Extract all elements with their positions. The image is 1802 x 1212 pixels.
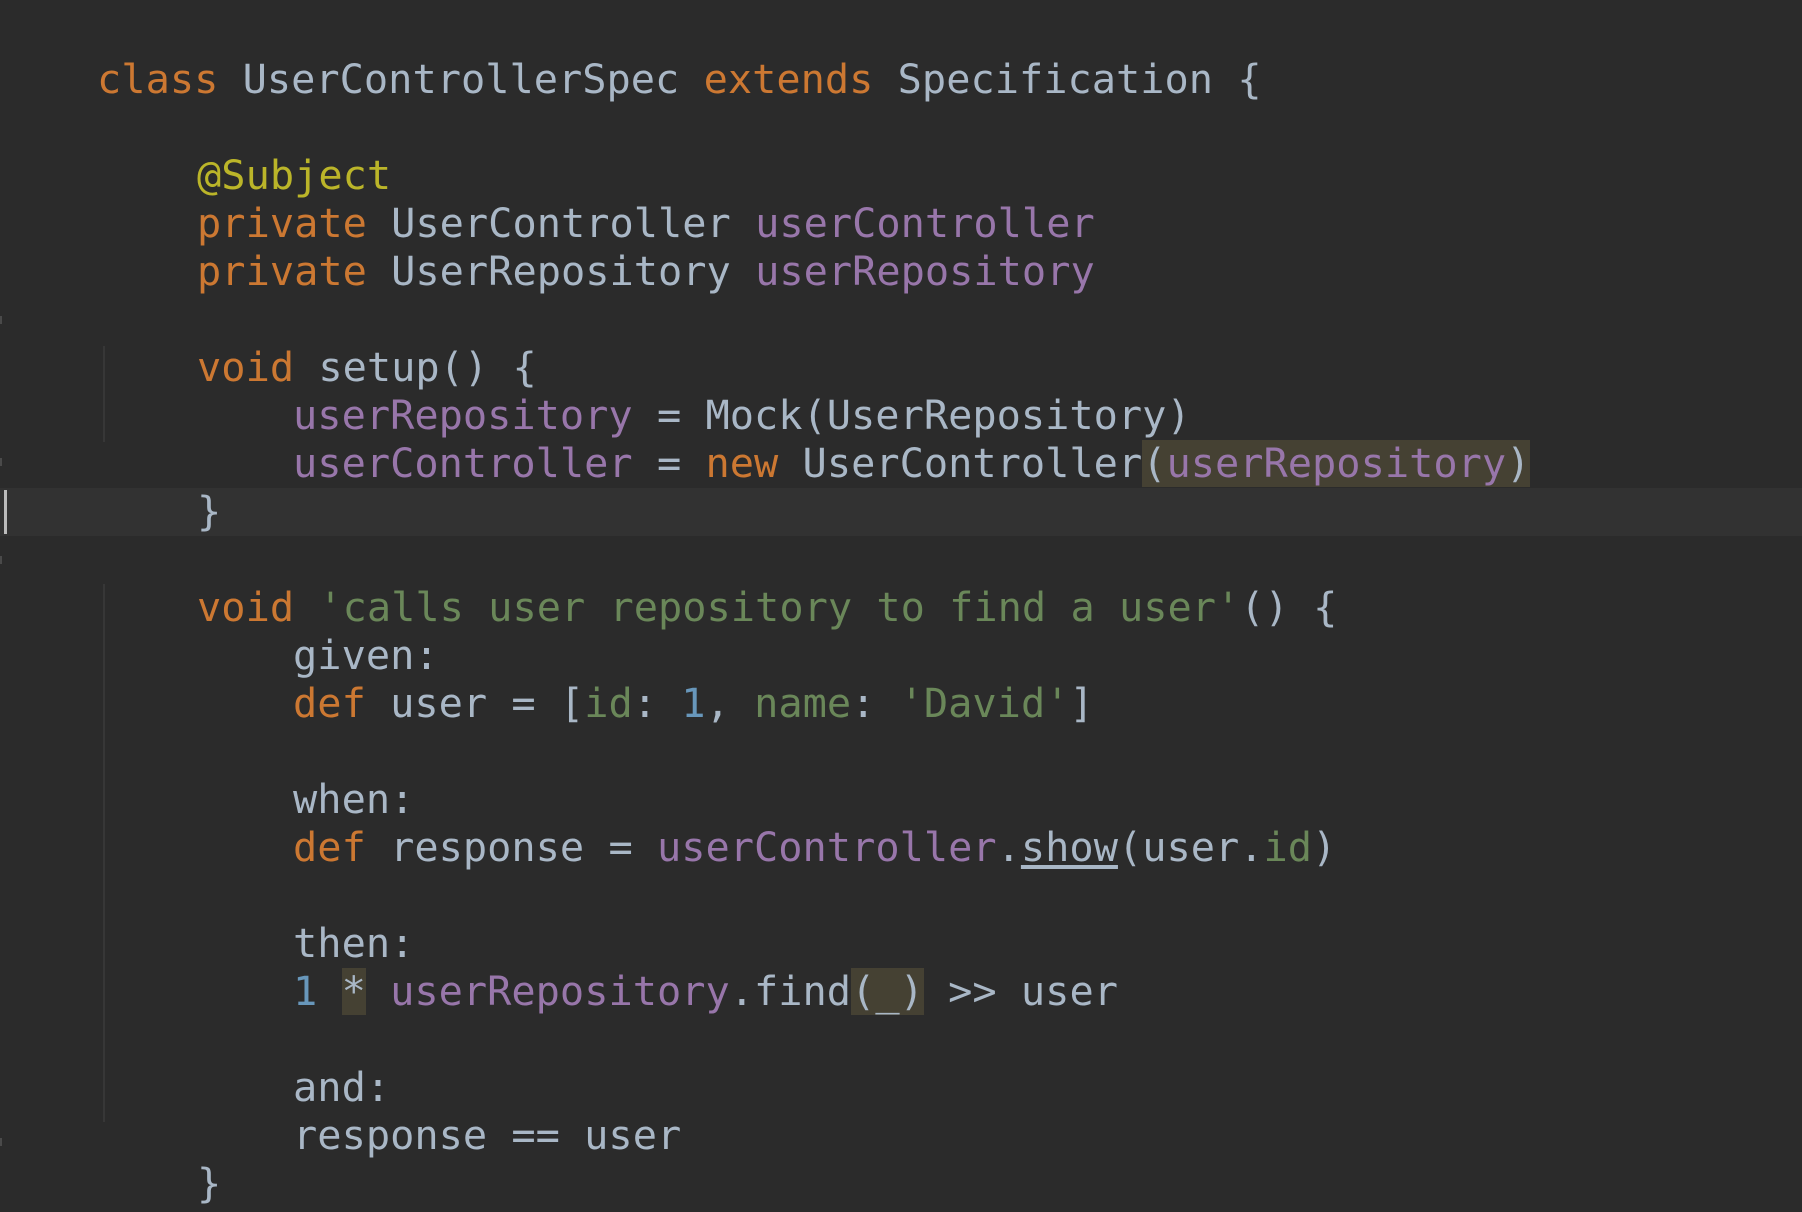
token-text: ,: [705, 680, 755, 727]
code-line-statement: response == user: [196, 1064, 681, 1159]
token-map-key: id: [584, 680, 633, 727]
token-text: ): [1312, 824, 1337, 871]
code-line-class-declaration: class UserControllerSpec extends Specifi…: [0, 8, 1262, 103]
code-line-statement: userController = new UserController(user…: [196, 392, 1531, 487]
code-line-field-declaration: private UserRepository userRepository: [100, 200, 1095, 295]
token-field: userRepository: [1166, 440, 1507, 487]
token-keyword: def: [293, 680, 366, 727]
token-text: () {: [1240, 584, 1338, 631]
code-line-label: given:: [196, 584, 439, 679]
code-line-method-setup: void setup() {: [100, 296, 537, 391]
token-keyword: class: [97, 56, 219, 103]
token-text: response == user: [293, 1112, 682, 1159]
token-field: userRepository: [390, 968, 730, 1015]
code-line-statement: def response = userController.show(user.…: [196, 776, 1336, 871]
token-brace: }: [197, 1160, 222, 1207]
token-field: userController: [656, 824, 997, 871]
token-text: >> user: [923, 968, 1118, 1015]
token-property: id: [1263, 824, 1313, 871]
token-text: .find: [729, 968, 852, 1015]
token-field: userRepository: [755, 248, 1095, 295]
code-line-label: then:: [196, 872, 414, 967]
token-text: response =: [365, 824, 657, 871]
token-string: 'David': [899, 680, 1070, 727]
code-editor[interactable]: class UserControllerSpec extends Specifi…: [0, 0, 1802, 1212]
token-string: 'calls user repository to find a user': [318, 584, 1241, 631]
token-type: UserRepository: [366, 248, 756, 295]
token-keyword: private: [197, 248, 367, 295]
token-text: ]: [1069, 680, 1094, 727]
token-text: user = [: [365, 680, 585, 727]
token-text: Specification {: [873, 56, 1262, 103]
token-number: 1: [681, 680, 706, 727]
token-method-call: show: [1020, 824, 1118, 871]
token-class-name: UserControllerSpec: [218, 56, 704, 103]
token-operator-highlight: *: [341, 968, 366, 1015]
fold-marker[interactable]: [0, 1138, 6, 1146]
token-keyword: new: [705, 440, 779, 487]
token-brace: }: [103, 1208, 127, 1212]
code-line-brace: }: [6, 1160, 127, 1212]
fold-marker[interactable]: [0, 316, 6, 324]
token-text: :: [851, 680, 900, 727]
token-text: =: [632, 440, 706, 487]
code-line-field-declaration: private UserController userController: [100, 152, 1095, 247]
current-line-highlight: [0, 488, 1802, 536]
token-text: .: [996, 824, 1021, 871]
fold-marker[interactable]: [0, 556, 6, 564]
code-line-method-test: void 'calls user repository to find a us…: [100, 536, 1337, 631]
code-line-statement: 1 * userRepository.find(_) >> user: [196, 920, 1118, 1015]
token-field: userController: [293, 440, 633, 487]
code-line-statement: userRepository = Mock(UserRepository): [196, 344, 1191, 439]
token-text: ): [1506, 440, 1531, 487]
token-number: 1: [293, 968, 318, 1015]
code-line-statement: def user = [id: 1, name: 'David']: [196, 632, 1094, 727]
code-line-brace: }: [100, 1112, 221, 1207]
token-keyword: def: [293, 824, 366, 871]
token-text: :: [632, 680, 682, 727]
token-paren-highlight: (userRepository): [1142, 440, 1531, 487]
code-line-brace: }: [100, 440, 221, 535]
text-caret: [4, 490, 7, 534]
token-text: (user.: [1117, 824, 1264, 871]
token-brace: }: [197, 488, 222, 535]
fold-marker[interactable]: [0, 458, 6, 466]
code-line-label: when:: [196, 728, 414, 823]
token-keyword: extends: [703, 56, 874, 103]
token-paren-highlight: (_): [851, 968, 924, 1015]
token-map-key: name: [754, 680, 852, 727]
code-line-annotation: @Subject: [100, 104, 391, 199]
token-text: UserController: [778, 440, 1143, 487]
token-text: (: [1142, 440, 1167, 487]
code-line-label: and:: [196, 1016, 390, 1111]
